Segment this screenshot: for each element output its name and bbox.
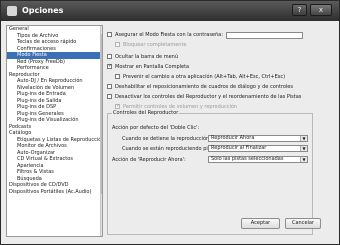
checkbox-box[interactable]: [115, 42, 120, 47]
player-controls-group: Controles del Reproductor Acción por def…: [107, 110, 313, 235]
checkbox-box[interactable]: [107, 54, 112, 59]
chevron-down-icon[interactable]: ▼: [300, 157, 307, 162]
double-click-label: Acción por defecto del 'Doble Clic':: [112, 125, 200, 131]
tree-scroll-thumb[interactable]: [101, 34, 102, 194]
play-now-select[interactable]: Solo las pistas seleccionadas ▼: [208, 156, 308, 163]
password-input[interactable]: [226, 32, 303, 39]
checkbox-label: Prevenir el cambio a otra aplicación (Al…: [123, 74, 286, 80]
tree-item[interactable]: Dispositivos Portátiles (Ac.Audio): [7, 189, 102, 196]
tree-scrollbar[interactable]: [100, 26, 102, 236]
play-now-label: Acción de 'Reproducir Ahora':: [112, 157, 186, 163]
panel-scrollbar[interactable]: [313, 25, 317, 235]
party-mode-panel: Asegurar el Modo Fiesta con la contraseñ…: [105, 25, 335, 237]
prevent-app-switch-checkbox[interactable]: Prevenir el cambio a otra aplicación (Al…: [115, 74, 285, 81]
stopped-action-select[interactable]: Reproducir Ahora ▼: [208, 135, 308, 142]
options-dialog: Opciones ? x General Tipos de Archivo Tecl…: [0, 0, 340, 245]
accept-button[interactable]: Aceptar: [241, 218, 280, 229]
group-legend: Controles del Reproductor: [112, 110, 180, 116]
title-bar[interactable]: Opciones ? x: [1, 1, 339, 21]
fullscreen-checkbox[interactable]: ✓ Mostrar en Pantalla Completa: [107, 64, 189, 71]
checkbox-label: Desactivar los controles del Reproductor…: [115, 94, 302, 100]
checkbox-box[interactable]: [115, 74, 120, 79]
disable-repositioning-checkbox[interactable]: Deshabilitar el reposicionamiento de cua…: [107, 84, 293, 91]
secure-password-checkbox[interactable]: Asegurar el Modo Fiesta con la contraseñ…: [107, 32, 223, 39]
stopped-label: Cuando se detiene la reproducción:: [122, 136, 211, 142]
checkbox-label: Asegurar el Modo Fiesta con la contraseñ…: [115, 32, 223, 38]
playing-action-select[interactable]: Reproducir al Finalizar ▼: [208, 145, 308, 152]
checkbox-box[interactable]: ✓: [115, 104, 120, 109]
checkbox-box[interactable]: [107, 32, 112, 37]
cancel-button[interactable]: Cancelar: [285, 218, 321, 229]
select-value: Reproducir al Finalizar: [211, 145, 267, 151]
close-button[interactable]: x: [310, 4, 332, 16]
checkbox-box[interactable]: ✓: [107, 64, 112, 69]
checkbox-label: Bloquear completamente: [123, 42, 187, 48]
tree-rows: General Tipos de Archivo Teclas de acceso …: [7, 26, 102, 195]
chevron-down-icon[interactable]: ▼: [300, 136, 307, 141]
playing-label: Cuando se están reproduciendo pistas:: [122, 146, 220, 152]
options-tree[interactable]: General Tipos de Archivo Teclas de acceso …: [6, 25, 103, 237]
checkbox-label: Ocultar la barra de menú: [115, 54, 178, 60]
select-value: Reproducir Ahora: [211, 135, 255, 141]
checkbox-label: Deshabilitar el reposicionamiento de cua…: [115, 84, 293, 90]
hide-menu-bar-checkbox[interactable]: Ocultar la barra de menú: [107, 54, 178, 61]
checkbox-box[interactable]: [107, 94, 112, 99]
help-button[interactable]: ?: [292, 4, 307, 16]
checkbox-label: Mostrar en Pantalla Completa: [115, 64, 190, 70]
window-title: Opciones: [22, 6, 64, 15]
select-value: Solo las pistas seleccionadas: [211, 156, 284, 162]
disable-player-controls-checkbox[interactable]: Desactivar los controles del Reproductor…: [107, 94, 301, 101]
chevron-down-icon[interactable]: ▼: [300, 146, 307, 151]
app-icon: [7, 6, 17, 16]
lock-completely-checkbox[interactable]: Bloquear completamente: [115, 42, 187, 49]
checkbox-box[interactable]: [107, 84, 112, 89]
